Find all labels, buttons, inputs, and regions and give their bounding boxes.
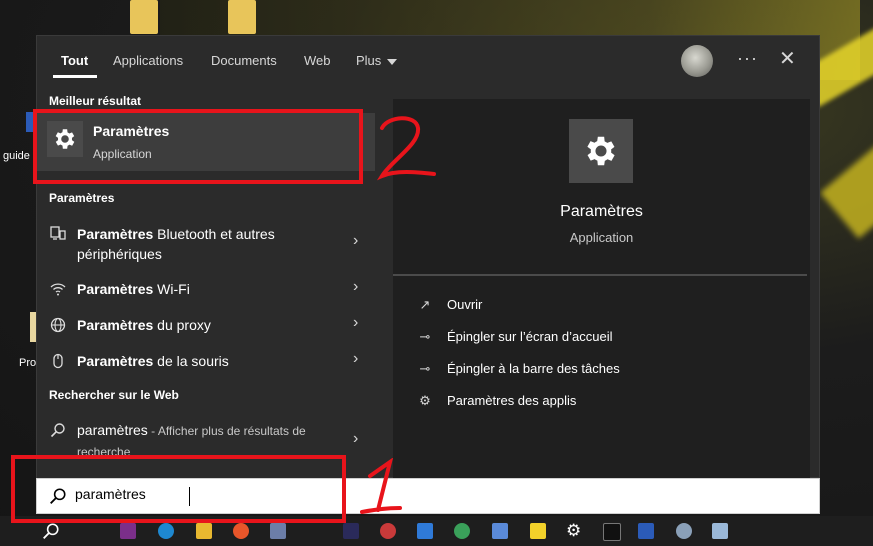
chevron-right-icon[interactable]: › [353, 278, 358, 296]
tab-documents[interactable]: Documents [211, 53, 277, 68]
divider [393, 274, 807, 276]
chevron-right-icon[interactable]: › [353, 430, 358, 448]
search-icon[interactable] [42, 522, 60, 545]
word-icon[interactable] [638, 523, 654, 539]
list-item-label: Paramètres du proxy [77, 317, 211, 333]
chevron-right-icon[interactable]: › [353, 314, 358, 332]
chevron-right-icon[interactable]: › [353, 350, 358, 368]
wifi-icon [49, 280, 67, 298]
gear-icon[interactable]: ⚙ [566, 521, 581, 541]
settings-section-header: Paramètres [49, 191, 115, 205]
search-tabs-bar: Tout Applications Documents Web Plus ···… [37, 36, 819, 86]
chevron-right-icon[interactable]: › [353, 232, 358, 250]
onenote-icon[interactable] [120, 523, 136, 539]
desktop-folder-icon[interactable] [228, 0, 256, 34]
web-search-header: Rechercher sur le Web [49, 388, 179, 402]
sticky-notes-icon[interactable] [530, 523, 546, 539]
close-icon[interactable]: ✕ [779, 46, 796, 71]
tab-more[interactable]: Plus [356, 53, 398, 68]
mouse-icon [49, 352, 67, 370]
firefox-icon[interactable] [233, 523, 249, 539]
list-item-wifi[interactable]: Paramètres Wi-Fi › [37, 274, 375, 304]
desktop-folder-icon[interactable] [130, 0, 158, 34]
avatar[interactable] [681, 45, 713, 77]
best-match-header: Meilleur résultat [49, 94, 142, 108]
desktop-icon-label[interactable]: guide [3, 150, 30, 162]
preview-subtitle: Application [569, 230, 634, 245]
more-icon[interactable]: ··· [737, 48, 758, 69]
app-icon[interactable] [343, 523, 359, 539]
list-item-proxy[interactable]: Paramètres du proxy › [37, 310, 375, 340]
globe-icon [49, 316, 67, 334]
list-item-label: Paramètres de la souris [77, 353, 229, 369]
file-explorer-icon[interactable] [196, 523, 212, 539]
tab-web[interactable]: Web [304, 53, 331, 68]
pin-icon: ⊸ [419, 361, 431, 376]
tab-more-label: Plus [356, 53, 382, 68]
edge-icon[interactable] [158, 523, 174, 539]
annotation-box-best-match [33, 109, 363, 184]
app-icon[interactable] [380, 523, 396, 539]
preview-title: Paramètres [560, 203, 643, 220]
list-item-mouse[interactable]: Paramètres de la souris › [37, 346, 375, 376]
app-icon[interactable] [712, 523, 728, 539]
tab-applications[interactable]: Applications [113, 53, 183, 68]
preview-pane: Paramètres Application ↗ Ouvrir ⊸ Épingler… [393, 99, 810, 479]
bluetooth-devices-icon [49, 224, 67, 242]
list-item-bluetooth[interactable]: Paramètres Bluetooth et autres périphéri… [37, 216, 375, 264]
open-icon: ↗ [419, 297, 431, 312]
desktop-icon-label[interactable]: Pro [19, 357, 36, 369]
gear-icon [569, 119, 633, 183]
list-item-label: Paramètres Wi-Fi [77, 281, 190, 297]
action-app-settings[interactable]: ⚙ Paramètres des applis [417, 393, 576, 409]
action-pin-taskbar[interactable]: ⊸ Épingler à la barre des tâches [417, 361, 620, 377]
tab-all[interactable]: Tout [61, 53, 88, 68]
pin-icon: ⊸ [419, 329, 431, 344]
search-icon [49, 421, 67, 439]
action-pin-start[interactable]: ⊸ Épingler sur l’écran d’accueil [417, 329, 613, 345]
wallpaper-highlight [820, 141, 873, 239]
annotation-box-search [11, 455, 346, 523]
terminal-icon[interactable] [603, 523, 621, 541]
app-icon[interactable] [492, 523, 508, 539]
app-icon[interactable] [417, 523, 433, 539]
caret-down-icon [387, 58, 398, 65]
active-tab-indicator [53, 75, 97, 78]
action-open[interactable]: ↗ Ouvrir [417, 297, 483, 313]
gear-icon: ⚙ [419, 393, 431, 408]
search-panel: Tout Applications Documents Web Plus ···… [36, 35, 820, 479]
app-icon[interactable] [454, 523, 470, 539]
app-icon[interactable] [676, 523, 692, 539]
list-item-label: Paramètres Bluetooth et autres périphéri… [77, 226, 275, 262]
app-icon[interactable] [270, 523, 286, 539]
